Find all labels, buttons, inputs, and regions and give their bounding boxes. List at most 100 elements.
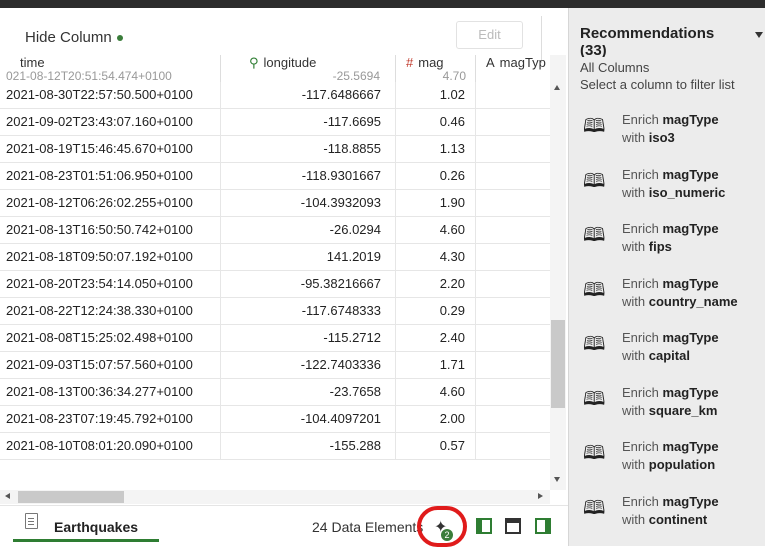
scroll-right-icon[interactable] [538,493,543,499]
cell-time[interactable]: 2021-08-20T23:54:14.050+0100 [0,271,221,298]
cell-magtype[interactable] [476,163,550,190]
hide-column-button[interactable]: Hide Column [25,29,123,46]
table-row[interactable]: 2021-08-08T15:25:02.498+0100 -115.2712 2.4… [0,325,550,352]
recommendation-item[interactable]: 🕮 Enrich magType with capital [583,330,763,380]
cell-magtype[interactable] [476,379,550,406]
cell-longitude[interactable]: -104.4097201 [221,406,396,433]
cell-magtype[interactable] [476,109,550,136]
horizontal-scroll-thumb[interactable] [18,491,124,503]
cell-time[interactable]: 2021-08-23T07:19:45.792+0100 [0,406,221,433]
cell-time[interactable]: 2021-08-10T08:01:20.090+0100 [0,433,221,460]
table-row[interactable]: 2021-09-03T15:07:57.560+0100 -122.7403336… [0,352,550,379]
cell-longitude[interactable]: -95.38216667 [221,271,396,298]
cell-magtype[interactable] [476,325,550,352]
cell-time[interactable]: 2021-08-30T22:57:50.500+0100 [0,82,221,109]
cell-mag[interactable]: 0.57 [396,433,476,460]
cell-mag[interactable]: 1.90 [396,190,476,217]
table-row[interactable]: 2021-08-12T06:26:02.255+0100 -104.3932093… [0,190,550,217]
cell-time[interactable]: 2021-08-13T16:50:50.742+0100 [0,217,221,244]
cell-time[interactable]: 2021-09-03T15:07:57.560+0100 [0,352,221,379]
chevron-down-icon[interactable] [755,32,763,38]
recommendation-target: with iso_numeric [622,185,725,200]
cell-longitude[interactable]: -118.8855 [221,136,396,163]
edit-button[interactable]: Edit [456,21,523,49]
all-columns-filter[interactable]: All Columns [580,60,649,75]
cell-longitude[interactable]: -115.2712 [221,325,396,352]
cell-longitude[interactable]: 141.2019 [221,244,396,271]
cell-magtype[interactable] [476,271,550,298]
recommendation-item[interactable]: 🕮 Enrich magType with country_name [583,276,763,326]
cell-longitude[interactable]: -26.0294 [221,217,396,244]
recommendation-action: Enrich magType [622,221,719,236]
cell-mag[interactable]: 1.02 [396,82,476,109]
right-panel-toggle-icon[interactable] [535,518,551,534]
scroll-left-icon[interactable] [5,493,10,499]
left-panel-toggle-icon[interactable] [476,518,492,534]
cell-mag[interactable]: 4.60 [396,379,476,406]
recommendation-item[interactable]: 🕮 Enrich magType with square_km [583,385,763,435]
cell-longitude[interactable]: -117.6486667 [221,82,396,109]
cell-time[interactable]: 2021-08-12T06:26:02.255+0100 [0,190,221,217]
recommendations-toggle[interactable]: ✦ 2 [417,506,467,547]
cell-longitude[interactable]: -104.3932093 [221,190,396,217]
cell-magtype[interactable] [476,406,550,433]
column-header-magtype[interactable]: AmagTyp [476,55,550,82]
cell-mag[interactable]: 1.71 [396,352,476,379]
cell-time[interactable]: 2021-09-02T23:43:07.160+0100 [0,109,221,136]
table-row[interactable]: 2021-08-23T07:19:45.792+0100 -104.4097201… [0,406,550,433]
column-name: magType [662,112,719,127]
footer-bar: Earthquakes 24 Data Elements ✦ 2 [0,505,568,547]
cell-magtype[interactable] [476,352,550,379]
table-row[interactable]: 2021-08-18T09:50:07.192+0100 141.2019 4.30 [0,244,550,271]
cell-time[interactable]: 2021-08-19T15:46:45.670+0100 [0,136,221,163]
cell-time[interactable]: 2021-08-22T12:24:38.330+0100 [0,298,221,325]
table-row[interactable]: 2021-08-23T01:51:06.950+0100 -118.9301667… [0,163,550,190]
cell-mag[interactable]: 1.13 [396,136,476,163]
recommendation-item[interactable]: 🕮 Enrich magType with iso_numeric [583,167,763,217]
cell-longitude[interactable]: -23.7658 [221,379,396,406]
top-panel-toggle-icon[interactable] [505,518,521,534]
recommendation-item[interactable]: 🕮 Enrich magType with population [583,439,763,489]
cell-longitude[interactable]: -117.6748333 [221,298,396,325]
cell-magtype[interactable] [476,244,550,271]
cell-magtype[interactable] [476,82,550,109]
cell-magtype[interactable] [476,136,550,163]
tab-earthquakes[interactable]: Earthquakes [13,511,159,542]
recommendation-item[interactable]: 🕮 Enrich magType with continent [583,494,763,544]
cell-mag[interactable]: 2.40 [396,325,476,352]
vertical-scrollbar[interactable] [550,55,566,490]
table-row[interactable]: 2021-08-13T16:50:50.742+0100 -26.0294 4.60 [0,217,550,244]
scroll-up-icon[interactable] [554,85,560,90]
table-row[interactable]: 2021-08-20T23:54:14.050+0100 -95.38216667… [0,271,550,298]
cell-mag[interactable]: 4.30 [396,244,476,271]
cell-longitude[interactable]: -155.288 [221,433,396,460]
cell-mag[interactable]: 0.46 [396,109,476,136]
scroll-down-icon[interactable] [554,477,560,482]
table-row[interactable]: 2021-08-10T08:01:20.090+0100 -155.288 0.57 [0,433,550,460]
vertical-scroll-thumb[interactable] [551,320,565,408]
cell-mag[interactable]: 0.29 [396,298,476,325]
cell-mag[interactable]: 2.20 [396,271,476,298]
cell-mag[interactable]: 0.26 [396,163,476,190]
recommendation-item[interactable]: 🕮 Enrich magType with iso3 [583,112,763,162]
cell-mag[interactable]: 2.00 [396,406,476,433]
table-row[interactable]: 2021-09-02T23:43:07.160+0100 -117.6695 0.4… [0,109,550,136]
cell-longitude[interactable]: -118.9301667 [221,163,396,190]
table-row[interactable]: 2021-08-22T12:24:38.330+0100 -117.6748333… [0,298,550,325]
cell-time[interactable]: 2021-08-08T15:25:02.498+0100 [0,325,221,352]
cell-magtype[interactable] [476,217,550,244]
table-row[interactable]: 2021-08-13T00:36:34.277+0100 -23.7658 4.60 [0,379,550,406]
table-row[interactable]: 2021-08-30T22:57:50.500+0100 -117.6486667… [0,82,550,109]
cell-magtype[interactable] [476,298,550,325]
horizontal-scrollbar[interactable] [0,490,550,504]
cell-magtype[interactable] [476,433,550,460]
table-row[interactable]: 2021-08-19T15:46:45.670+0100 -118.8855 1.1… [0,136,550,163]
cell-time[interactable]: 2021-08-18T09:50:07.192+0100 [0,244,221,271]
cell-time[interactable]: 2021-08-13T00:36:34.277+0100 [0,379,221,406]
cell-longitude[interactable]: -117.6695 [221,109,396,136]
cell-mag[interactable]: 4.60 [396,217,476,244]
cell-longitude[interactable]: -122.7403336 [221,352,396,379]
cell-time[interactable]: 2021-08-23T01:51:06.950+0100 [0,163,221,190]
recommendation-item[interactable]: 🕮 Enrich magType with fips [583,221,763,271]
cell-magtype[interactable] [476,190,550,217]
